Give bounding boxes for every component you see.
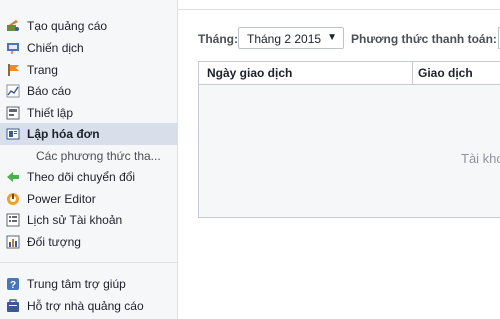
sidebar-item-advertiser-support[interactable]: Hỗ trợ nhà quảng cáo bbox=[0, 295, 177, 317]
sidebar-divider bbox=[0, 262, 177, 263]
column-header-transaction[interactable]: Giao dịch bbox=[418, 66, 473, 80]
account-history-icon bbox=[6, 213, 20, 227]
sidebar-item-label: Thiết lập bbox=[27, 106, 74, 120]
conversion-tracking-icon bbox=[6, 170, 20, 184]
page-flag-icon bbox=[6, 63, 20, 77]
sidebar-item-label: Lịch sử Tài khoản bbox=[27, 213, 123, 227]
transactions-table: Ngày giao dịch Giao dịch Tài kho bbox=[198, 61, 500, 218]
sidebar-item-reports[interactable]: Báo cáo bbox=[0, 80, 177, 102]
sidebar-item-power-editor[interactable]: Power Editor bbox=[0, 188, 177, 210]
sidebar-item-label: Báo cáo bbox=[27, 84, 72, 98]
billing-icon bbox=[6, 127, 20, 141]
audience-icon bbox=[6, 235, 20, 249]
dropdown-arrow-icon: ▼ bbox=[327, 32, 337, 43]
sidebar-item-billing[interactable]: Lập hóa đơn bbox=[0, 123, 177, 145]
power-editor-icon bbox=[6, 192, 20, 206]
sidebar-item-pages[interactable]: Trang bbox=[0, 59, 177, 81]
sidebar-item-label: Hỗ trợ nhà quảng cáo bbox=[27, 299, 144, 313]
sidebar-item-audiences[interactable]: Đối tượng bbox=[0, 231, 177, 253]
payment-method-filter-label: Phương thức thanh toán: bbox=[351, 32, 497, 46]
empty-table-message: Tài kho bbox=[461, 151, 500, 166]
sidebar: Tạo quảng cáo Chiến dịch Trang Báo cáo T… bbox=[0, 0, 178, 319]
sidebar-item-create-ad[interactable]: Tạo quảng cáo bbox=[0, 15, 177, 37]
advertiser-support-icon bbox=[6, 299, 20, 313]
sidebar-item-label: Theo dõi chuyển đổi bbox=[27, 170, 136, 184]
month-select-value: Tháng 2 2015 bbox=[247, 32, 322, 46]
top-panel-edge bbox=[178, 0, 500, 10]
sidebar-item-help-center[interactable]: ? Trung tâm trợ giúp bbox=[0, 273, 177, 295]
month-select[interactable]: Tháng 2 2015 ▼ bbox=[238, 27, 344, 49]
campaign-icon bbox=[6, 41, 20, 55]
sidebar-item-label: Tạo quảng cáo bbox=[27, 19, 108, 33]
sidebar-item-label: Trang bbox=[27, 63, 58, 77]
table-header: Ngày giao dịch Giao dịch bbox=[199, 62, 500, 85]
billing-main-panel: Tháng: Tháng 2 2015 ▼ Phương thức thanh … bbox=[178, 0, 500, 319]
report-chart-icon bbox=[6, 84, 20, 98]
sidebar-item-label: Đối tượng bbox=[27, 235, 81, 249]
sidebar-item-label: Các phương thức tha... bbox=[36, 149, 161, 163]
sidebar-item-account-history[interactable]: Lịch sử Tài khoản bbox=[0, 209, 177, 231]
create-ad-icon bbox=[6, 19, 20, 33]
sidebar-item-conversion-tracking[interactable]: Theo dõi chuyển đổi bbox=[0, 166, 177, 188]
settings-icon bbox=[6, 106, 20, 120]
help-center-icon: ? bbox=[6, 277, 20, 291]
month-filter-label: Tháng: bbox=[198, 32, 238, 46]
sidebar-item-label: Power Editor bbox=[27, 192, 96, 206]
svg-text:?: ? bbox=[10, 280, 16, 291]
column-divider bbox=[412, 62, 413, 84]
sidebar-item-payment-methods[interactable]: Các phương thức tha... bbox=[0, 145, 177, 167]
sidebar-item-campaigns[interactable]: Chiến dịch bbox=[0, 37, 177, 59]
column-header-transaction-date[interactable]: Ngày giao dịch bbox=[207, 66, 292, 80]
sidebar-item-label: Chiến dịch bbox=[27, 41, 84, 55]
sidebar-item-label: Lập hóa đơn bbox=[27, 127, 100, 141]
sidebar-item-settings[interactable]: Thiết lập bbox=[0, 102, 177, 124]
sidebar-item-label: Trung tâm trợ giúp bbox=[27, 277, 126, 291]
